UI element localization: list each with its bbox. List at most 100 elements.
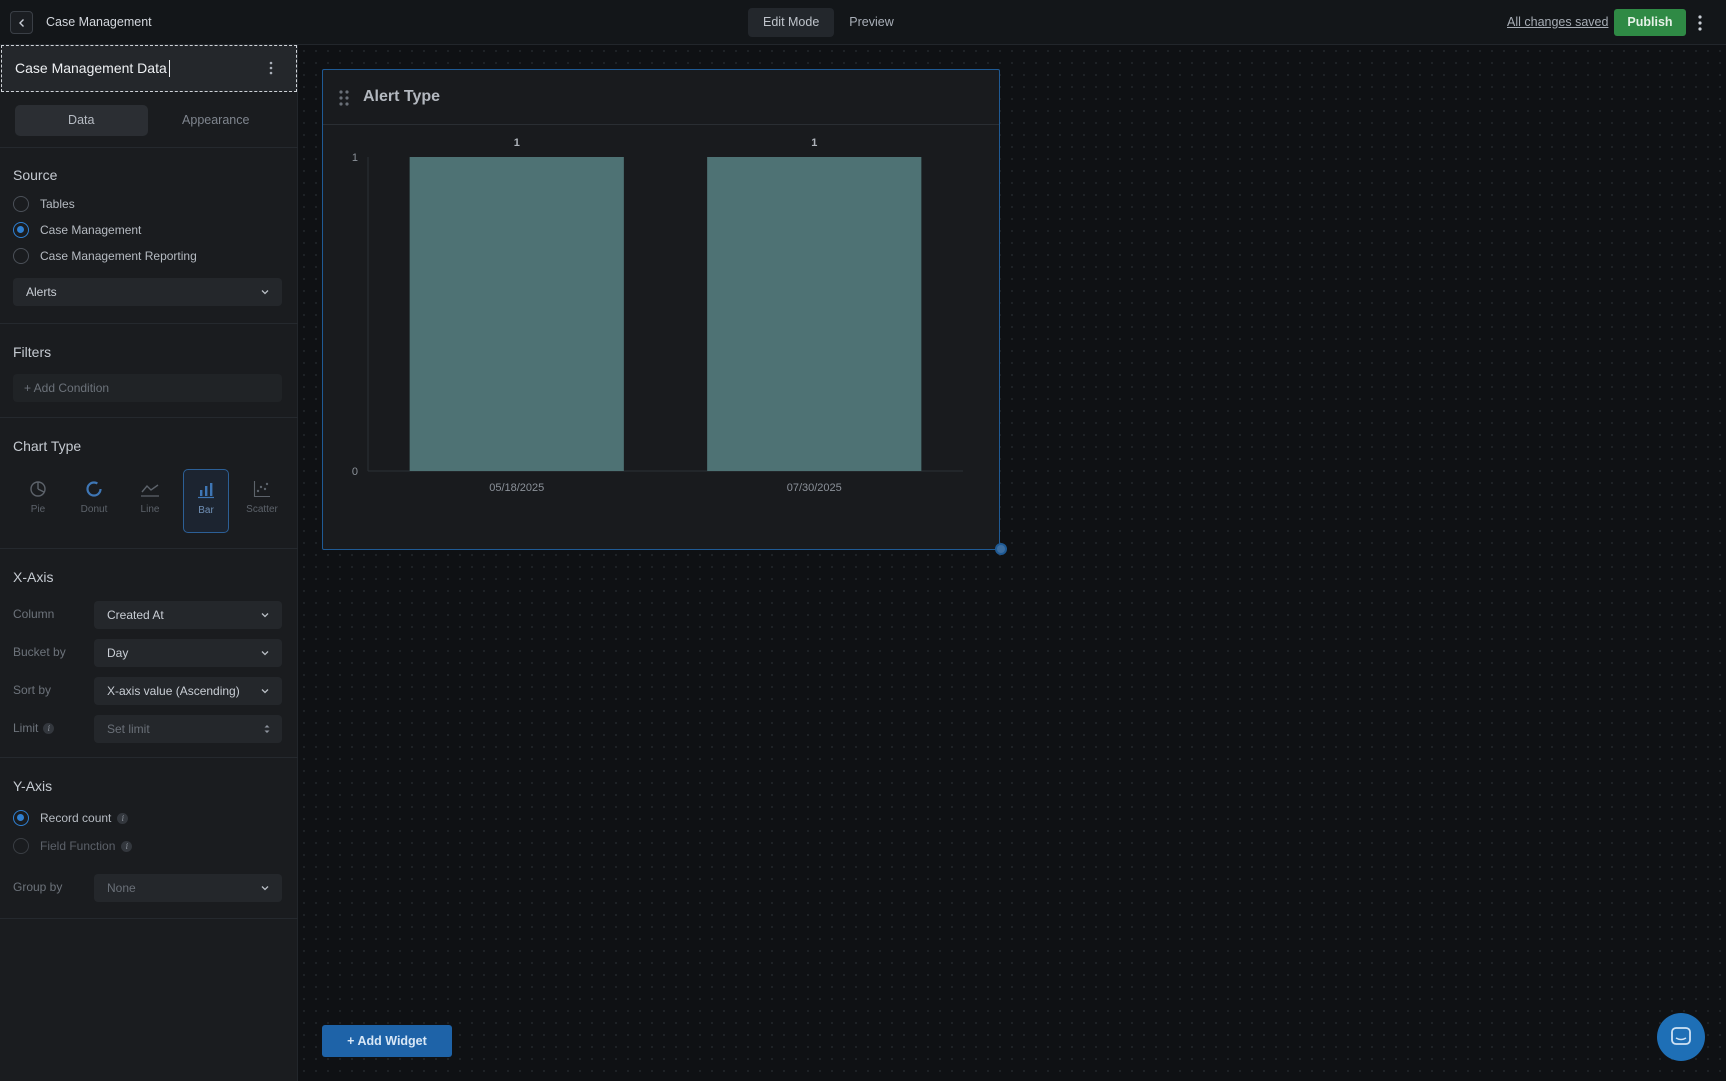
chart-type-label: Bar [198,505,214,516]
chevron-down-icon [261,613,269,618]
sort-by-value: X-axis value (Ascending) [107,684,240,698]
x-column-value: Created At [107,608,164,622]
app-title: Case Management [46,15,152,29]
x-column-label: Column [13,607,54,621]
info-icon[interactable]: i [43,722,55,734]
stepper-arrows-icon[interactable] [263,723,271,735]
chart-type-pie[interactable]: Pie [15,469,61,533]
x-column-label-text: Column [13,607,55,621]
x-tick-label: 05/18/2025 [489,482,544,494]
chevron-down-icon [261,886,269,891]
radio-button[interactable] [13,248,29,264]
bucket-by-value: Day [107,646,129,660]
mode-switch: Edit Mode Preview [748,8,909,37]
limit-label: Limit i [13,721,55,735]
line-chart-icon [141,484,159,497]
back-button[interactable] [10,11,33,34]
divider [0,417,298,418]
bar-data-label: 1 [811,137,817,149]
chart-type-label: Scatter [246,504,278,515]
add-widget-button[interactable]: + Add Widget [322,1025,452,1057]
widget-name-input[interactable]: Case Management Data [1,45,297,92]
more-options-button[interactable] [1692,12,1708,34]
source-option-case-management-reporting[interactable]: Case Management Reporting [13,248,197,264]
y-tick-label: 1 [352,152,358,164]
source-title: Source [13,167,58,183]
chart-type-label: Donut [80,504,108,515]
chevron-down-icon [261,290,269,295]
bucket-by-label-text: Bucket by [13,645,66,659]
source-option-case-management[interactable]: Case Management [13,222,141,238]
resize-handle[interactable] [995,543,1007,555]
radio-button-checked[interactable] [13,810,29,826]
chart-type-scatter[interactable]: Scatter [239,469,285,533]
group-by-select[interactable]: None [94,874,282,902]
drag-handle-icon[interactable] [337,89,351,107]
chart-type-label: Pie [30,504,46,515]
source-option-tables[interactable]: Tables [13,196,75,212]
source-table-select[interactable]: Alerts [13,278,282,306]
bar-chart-icon [198,483,214,499]
scatter-icon [253,481,270,498]
chart-widget[interactable]: Alert Type 0 1 1 05/18/2025 1 07/30/2025 [322,69,1000,550]
add-condition-button[interactable]: + Add Condition [13,374,282,402]
x-column-select[interactable]: Created At [94,601,282,629]
source-option-label: Tables [40,197,75,211]
source-option-label: Case Management Reporting [40,249,197,263]
chart-type-donut[interactable]: Donut [71,469,117,533]
chevron-down-icon [261,689,269,694]
source-table-value: Alerts [26,285,57,299]
chart-type-picker: Pie Donut Line Bar Scatter [15,469,285,533]
divider [0,918,298,919]
info-icon[interactable]: i [117,812,129,824]
publish-button[interactable]: Publish [1614,9,1686,36]
widget-name-text: Case Management Data [15,60,167,76]
sort-by-label-text: Sort by [13,683,52,697]
tab-data[interactable]: Data [15,105,148,136]
tab-preview[interactable]: Preview [834,8,908,37]
chat-icon [1671,1027,1691,1045]
sort-by-label: Sort by [13,683,51,697]
x-tick-label: 07/30/2025 [787,482,842,494]
group-by-label: Group by [13,880,62,894]
radio-button[interactable] [13,196,29,212]
divider [0,548,298,549]
y-tick-label: 0 [352,466,358,478]
widget-title: Alert Type [363,88,441,105]
save-status-link[interactable]: All changes saved [1507,15,1608,29]
chart-type-line[interactable]: Line [127,469,173,533]
panel-tabs: Data Appearance [15,105,282,136]
limit-placeholder: Set limit [107,722,150,736]
divider [0,323,298,324]
y-option-label: Record count [40,811,112,825]
widget-header: Alert Type [323,70,999,125]
chat-support-button[interactable] [1657,1013,1705,1061]
x-axis-title: X-Axis [13,569,54,585]
chart-type-label: Line [140,504,160,515]
bar-chart: 0 1 1 05/18/2025 1 07/30/2025 [352,137,963,494]
divider [0,757,298,758]
y-option-field-function[interactable]: Field Function i [13,838,133,854]
chevron-down-icon [261,651,269,656]
tab-edit-mode[interactable]: Edit Mode [748,8,835,37]
limit-label-text: Limit [13,721,39,735]
pie-icon [30,481,46,497]
radio-button-checked[interactable] [13,222,29,238]
info-icon[interactable]: i [121,840,133,852]
top-bar: Case Management Edit Mode Preview All ch… [0,0,1726,45]
chart-type-bar[interactable]: Bar [183,469,229,533]
y-option-label: Field Function [40,839,116,853]
bar [409,157,624,471]
bar-data-label: 1 [514,137,520,149]
tab-appearance[interactable]: Appearance [150,105,283,136]
sort-by-select[interactable]: X-axis value (Ascending) [94,677,282,705]
dashboard-canvas[interactable]: Alert Type 0 1 1 05/18/2025 1 07/30/2025 + Ad… [298,45,1726,1081]
bucket-by-label: Bucket by [13,645,66,659]
config-sidebar: Case Management Data Data Appearance Sou… [0,45,298,1081]
bucket-by-select[interactable]: Day [94,639,282,667]
donut-icon [86,481,102,497]
widget-menu-button[interactable] [263,58,279,78]
y-option-record-count[interactable]: Record count i [13,810,129,826]
radio-button[interactable] [13,838,29,854]
limit-input[interactable]: Set limit [94,715,282,743]
